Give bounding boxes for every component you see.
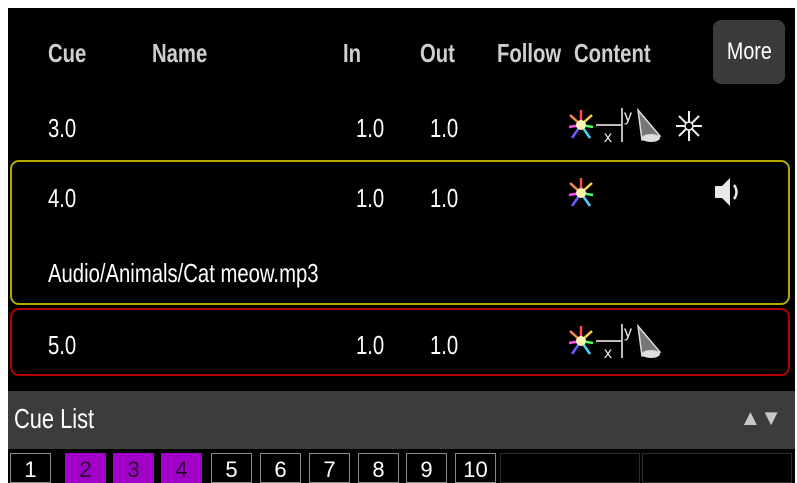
svg-text:y: y xyxy=(624,108,632,125)
cue-number: 5.0 xyxy=(48,330,77,360)
cue-screen: Cue Name In Out Follow Content More 3.0 … xyxy=(8,8,795,483)
header-cue[interactable]: Cue xyxy=(48,38,97,69)
gobo-icon xyxy=(676,111,702,141)
cue-out-time: 1.0 xyxy=(430,113,459,143)
cue-out-time: 1.0 xyxy=(430,330,459,360)
more-button[interactable]: More xyxy=(713,20,785,84)
page-tab-empty xyxy=(500,453,640,483)
page-tab-selected[interactable]: 2 xyxy=(65,453,106,483)
cue-content-icons: x y xyxy=(568,108,728,148)
position-xy-icon: x y xyxy=(596,108,632,144)
page-tab-empty xyxy=(642,453,792,483)
header-in[interactable]: In xyxy=(343,38,366,69)
header-out[interactable]: Out xyxy=(420,38,465,69)
page-tab[interactable]: 6 xyxy=(260,453,301,483)
position-xy-icon: x y xyxy=(596,324,632,360)
color-icon xyxy=(568,326,594,355)
header-name[interactable]: Name xyxy=(152,38,223,69)
color-icon xyxy=(568,110,594,139)
page-tab[interactable]: 10 xyxy=(455,453,496,483)
cue-number: 4.0 xyxy=(48,183,77,213)
color-icon xyxy=(568,178,594,207)
cue-list-title: Cue List xyxy=(14,403,95,434)
page-tab[interactable]: 5 xyxy=(211,453,252,483)
cue-content-icons: x y xyxy=(568,324,678,364)
cue-out-time: 1.0 xyxy=(430,183,459,213)
page-tab[interactable]: 1 xyxy=(10,453,51,483)
beam-icon xyxy=(636,324,662,358)
header-follow[interactable]: Follow xyxy=(497,38,579,69)
beam-icon xyxy=(636,108,662,142)
svg-text:x: x xyxy=(604,345,612,360)
cue-list-bar: Cue List ▲▼ xyxy=(8,391,795,449)
cue-in-time: 1.0 xyxy=(356,183,385,213)
speaker-icon[interactable] xyxy=(711,173,745,211)
page-tab[interactable]: 7 xyxy=(309,453,350,483)
up-down-arrows-icon[interactable]: ▲▼ xyxy=(739,405,782,431)
cue-in-time: 1.0 xyxy=(356,113,385,143)
page-tab[interactable]: 8 xyxy=(358,453,399,483)
cue-in-time: 1.0 xyxy=(356,330,385,360)
cue-list-pages: 1 2 3 4 5 6 7 8 9 10 xyxy=(8,449,795,483)
svg-text:x: x xyxy=(604,129,612,144)
page-tab-selected[interactable]: 3 xyxy=(113,453,154,483)
page-tab-selected[interactable]: 4 xyxy=(161,453,202,483)
header-content[interactable]: Content xyxy=(574,38,672,69)
cue-number: 3.0 xyxy=(48,113,77,143)
cue-audio-file: Audio/Animals/Cat meow.mp3 xyxy=(48,258,319,288)
page-tab[interactable]: 9 xyxy=(406,453,447,483)
svg-text:y: y xyxy=(624,324,632,341)
cue-table-header: Cue Name In Out Follow Content More xyxy=(8,8,795,96)
